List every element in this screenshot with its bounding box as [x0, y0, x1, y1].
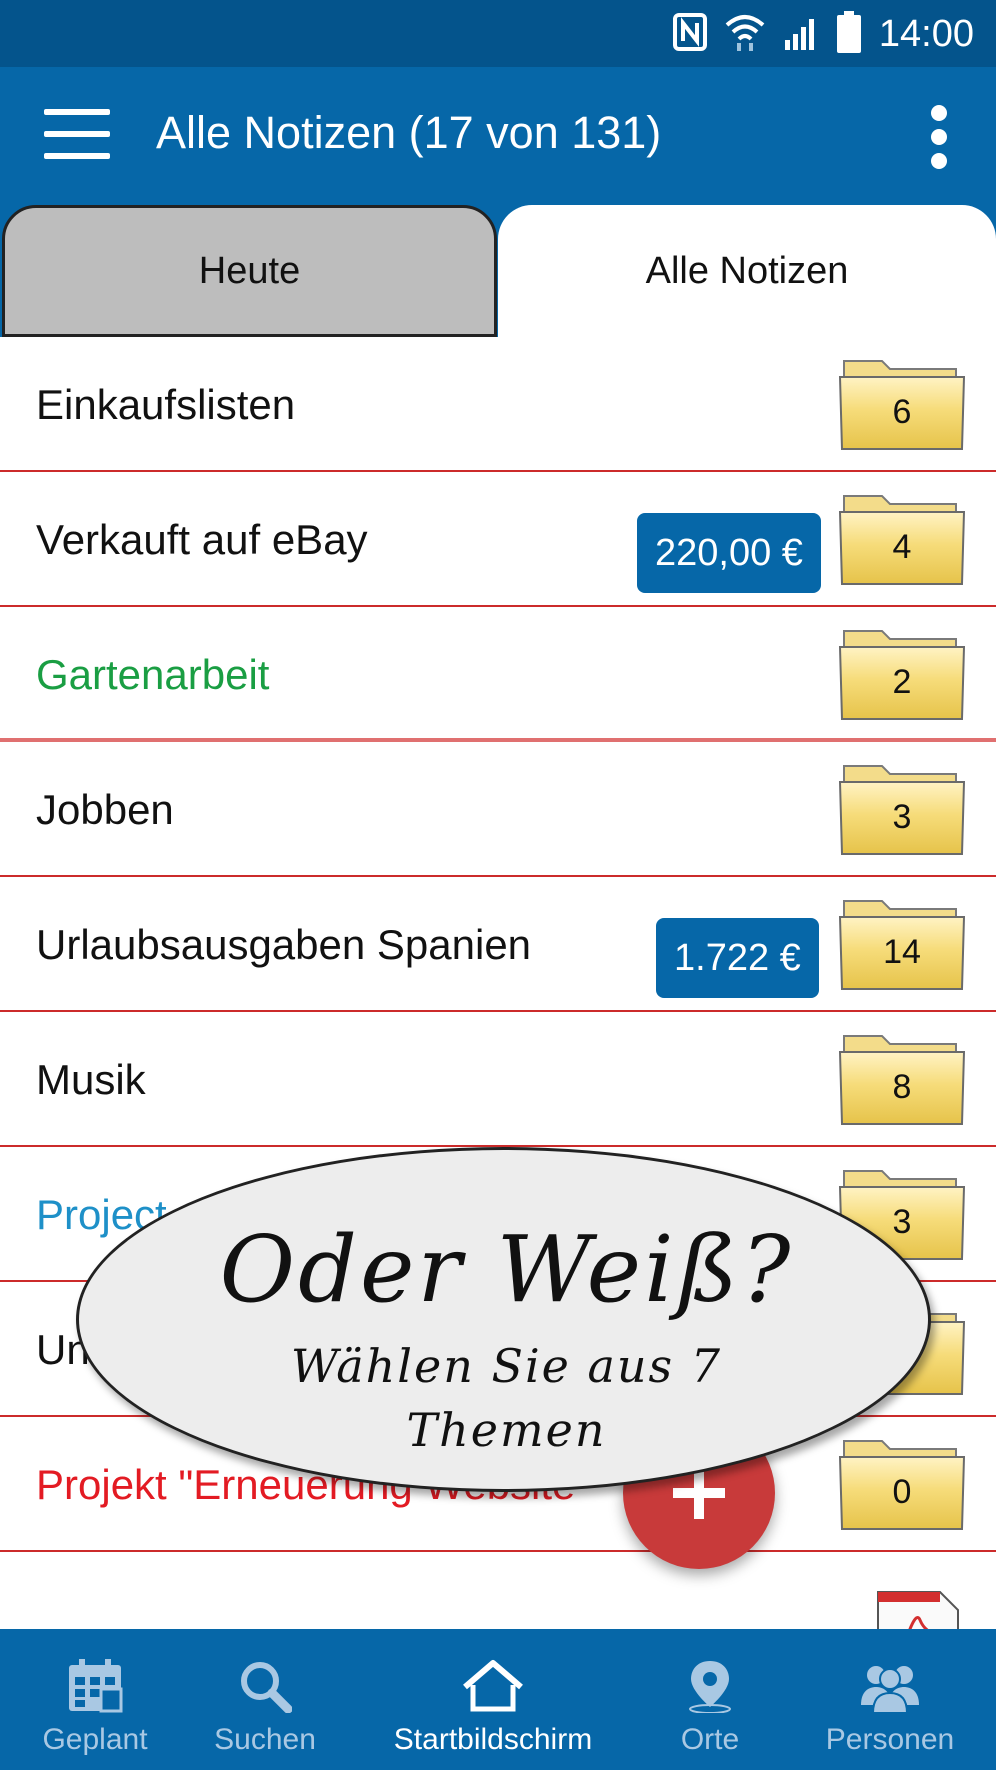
- amount-badge: 220,00 €: [637, 513, 821, 593]
- list-item[interactable]: Verkauft auf eBay 220,00 € 4: [0, 472, 996, 607]
- folder-icon: 0: [838, 1433, 966, 1533]
- list-item-label: Einkaufslisten: [36, 381, 296, 428]
- home-icon: [461, 1659, 525, 1713]
- folder-icon: 14: [838, 893, 966, 993]
- promo-subtitle: Wählen Sie aus 7 Themen: [290, 1339, 723, 1457]
- amount-badge: 1.722 €: [656, 918, 819, 998]
- list-item[interactable]: Gartenarbeit 2: [0, 607, 996, 742]
- search-icon: [238, 1659, 293, 1714]
- status-bar: 14:00: [0, 0, 996, 67]
- location-pin-icon: [685, 1659, 735, 1714]
- tab-label: Alle Notizen: [645, 249, 849, 292]
- list-item-label: Jobben: [36, 786, 174, 833]
- folder-count: 2: [892, 663, 912, 701]
- nav-label: Geplant: [42, 1723, 148, 1756]
- nav-item-orte[interactable]: Orte: [650, 1629, 770, 1770]
- list-item-label: Urlaubsausgaben Spanien: [36, 921, 532, 968]
- folder-count: 8: [892, 1068, 912, 1106]
- nfc-icon: [672, 12, 707, 56]
- tab-label: Heute: [198, 249, 301, 292]
- nav-label: Orte: [680, 1723, 740, 1756]
- folder-icon: 4: [838, 488, 966, 588]
- list-item-label: Gartenarbeit: [36, 651, 270, 698]
- battery-icon: [836, 10, 861, 58]
- nav-label: Suchen: [214, 1723, 316, 1756]
- folder-count: 0: [892, 1473, 912, 1511]
- bottom-navigation: Geplant Suchen Startbildschirm Orte Pers…: [0, 1629, 996, 1770]
- folder-count: 14: [883, 933, 921, 971]
- status-time: 14:00: [878, 12, 974, 55]
- nav-label: Personen: [825, 1723, 955, 1756]
- list-item[interactable]: Jobben 3: [0, 742, 996, 877]
- wifi-icon: [725, 13, 765, 56]
- nav-item-geplant[interactable]: Geplant: [20, 1629, 170, 1770]
- folder-count: 6: [892, 393, 912, 431]
- app-bar: Alle Notizen (17 von 131): [0, 67, 996, 205]
- tab-heute[interactable]: Heute: [2, 205, 497, 337]
- nav-item-suchen[interactable]: Suchen: [200, 1629, 330, 1770]
- list-item[interactable]: Urlaubsausgaben Spanien 1.722 € 14: [0, 877, 996, 1012]
- nav-item-startbildschirm[interactable]: Startbildschirm: [378, 1629, 608, 1770]
- status-icons: 14:00: [672, 10, 974, 58]
- nav-item-personen[interactable]: Personen: [815, 1629, 965, 1770]
- folder-icon: 8: [838, 1028, 966, 1128]
- folder-count: 4: [892, 528, 912, 566]
- list-item[interactable]: Musik 8: [0, 1012, 996, 1147]
- pdf-icon: [876, 1590, 960, 1629]
- page-title: Alle Notizen (17 von 131): [156, 107, 662, 158]
- promo-bubble: Oder Weiß? Wählen Sie aus 7 Themen: [76, 1147, 931, 1492]
- tab-strip: Heute Alle Notizen: [0, 205, 996, 337]
- calendar-icon: [67, 1659, 123, 1713]
- folder-count: 3: [892, 798, 912, 836]
- tab-alle-notizen[interactable]: Alle Notizen: [498, 205, 996, 337]
- more-options-icon[interactable]: [924, 105, 954, 169]
- signal-icon: [783, 14, 819, 55]
- people-icon: [859, 1659, 921, 1714]
- list-item-label: Verkauft auf eBay: [36, 516, 368, 563]
- list-item-label: Musik: [36, 1056, 146, 1103]
- nav-label: Startbildschirm: [393, 1723, 593, 1756]
- folder-icon: 2: [838, 623, 966, 723]
- folder-icon: 6: [838, 353, 966, 453]
- list-item[interactable]: Türschloss ersetzen: [0, 1552, 996, 1629]
- promo-headline: Oder Weiß?: [219, 1216, 794, 1323]
- list-item-label: Türschloss ersetzen: [36, 1582, 412, 1629]
- folder-icon: 3: [838, 758, 966, 858]
- list-item[interactable]: Einkaufslisten 6: [0, 337, 996, 472]
- hamburger-menu-icon[interactable]: [44, 109, 110, 161]
